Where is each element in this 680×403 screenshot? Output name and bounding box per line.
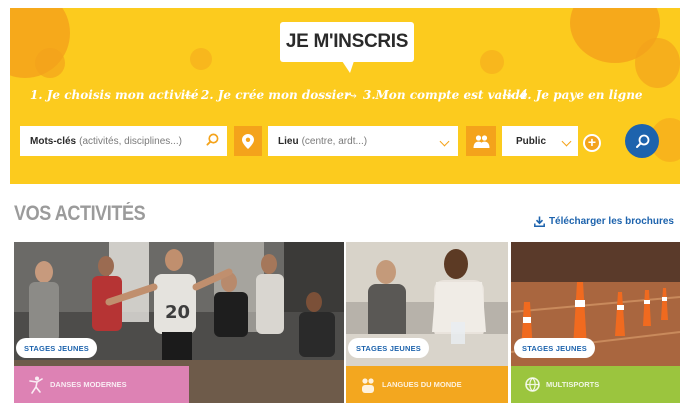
dancer-icon — [29, 376, 43, 394]
search-icon — [635, 134, 649, 148]
step-arrow-icon: ⤳ — [502, 89, 513, 104]
stages-jeunes-badge: STAGES JEUNES — [514, 338, 595, 358]
section-title: VOS ACTIVITÉS — [14, 202, 146, 225]
add-filter-button[interactable]: + — [583, 134, 601, 152]
activity-category-label: MULTISPORTS — [546, 380, 600, 389]
keywords-placeholder: (activités, disciplines...) — [79, 135, 182, 147]
activity-category-label: DANSES MODERNES — [50, 380, 127, 389]
audience-value: Public — [516, 135, 547, 147]
map-pin-icon — [242, 133, 254, 149]
activity-category-bar: MULTISPORTS — [511, 366, 680, 403]
audience-select[interactable]: Public — [502, 126, 578, 156]
step-1: 1. Je choisis mon activité — [30, 88, 199, 102]
stages-jeunes-badge: STAGES JEUNES — [348, 338, 429, 358]
location-placeholder: (centre, ardt...) — [301, 135, 368, 147]
speech-bubble-tail — [342, 61, 354, 73]
download-label: Télécharger les brochures — [548, 216, 674, 227]
svg-text:20: 20 — [165, 302, 190, 323]
keywords-input[interactable]: Mots-clés (activités, disciplines...) — [20, 126, 227, 156]
people-icon — [362, 377, 374, 393]
paint-splash — [635, 38, 680, 88]
signup-banner: JE M'INSCRIS 1. Je choisis mon activité … — [10, 8, 680, 184]
activity-category-label: LANGUES DU MONDE — [382, 380, 462, 389]
keywords-label: Mots-clés — [30, 135, 77, 147]
location-select[interactable]: Lieu (centre, ardt...) — [268, 126, 458, 156]
download-brochures-link[interactable]: Télécharger les brochures — [533, 216, 674, 227]
location-label: Lieu — [278, 135, 299, 147]
chevron-down-icon — [439, 136, 450, 147]
paint-splash — [480, 50, 504, 74]
step-4: 4. Je paye en ligne — [519, 88, 643, 102]
chevron-down-icon — [561, 136, 572, 147]
activity-card-multisports[interactable]: STAGES JEUNES MULTISPORTS — [511, 242, 680, 403]
step-arrow-icon: ⤳ — [184, 89, 195, 104]
paint-splash — [190, 48, 212, 70]
activity-category-bar: DANSES MODERNES — [14, 366, 189, 403]
stages-jeunes-badge: STAGES JEUNES — [16, 338, 97, 358]
activity-card-dance[interactable]: 20 STAGES JEUNES DANSES MODERNES — [14, 242, 344, 403]
ball-icon — [525, 377, 540, 392]
signup-steps: 1. Je choisis mon activité ⤳ 2. Je crée … — [30, 88, 670, 112]
search-submit-button[interactable] — [625, 124, 659, 158]
step-arrow-icon: ⤳ — [346, 89, 357, 104]
audience-icon-box — [466, 126, 496, 156]
people-icon — [473, 134, 489, 148]
download-icon — [533, 216, 545, 227]
location-pin-button[interactable] — [234, 126, 262, 156]
search-icon[interactable] — [206, 133, 219, 146]
activity-card-languages[interactable]: STAGES JEUNES LANGUES DU MONDE — [346, 242, 508, 403]
signup-headline: JE M'INSCRIS — [280, 22, 414, 62]
step-2: 2. Je crée mon dossier — [201, 88, 351, 102]
activity-category-bar: LANGUES DU MONDE — [346, 366, 508, 403]
paint-splash — [35, 48, 65, 78]
